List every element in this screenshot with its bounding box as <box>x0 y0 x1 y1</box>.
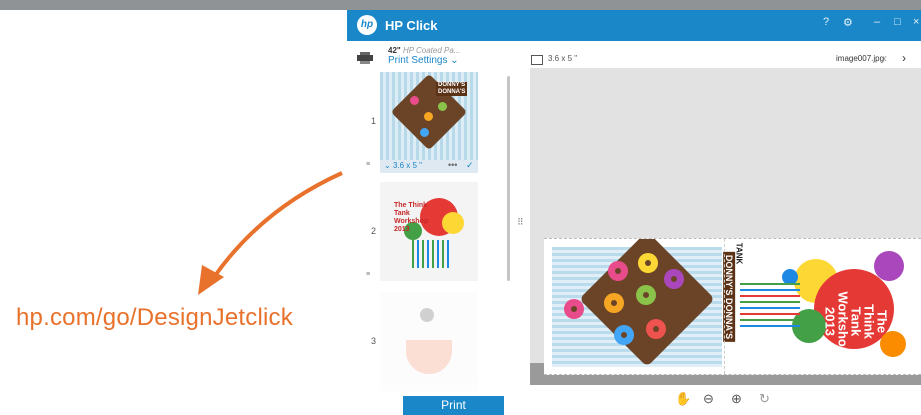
app-title: HP Click <box>385 18 438 33</box>
thumb2-title: The Think Tank Workshop 2013 <box>394 202 429 233</box>
circle-shape <box>874 251 904 281</box>
paper-sheet: DONNY'S DONNA'S TANK The Think Tank Work… <box>544 238 921 375</box>
page-number-1: 1 <box>371 116 377 126</box>
donut-icon <box>564 299 584 319</box>
chevron-down-icon: ⌄ <box>384 161 391 170</box>
tank-logo: TANK <box>734 242 744 265</box>
donut-icon <box>608 261 628 281</box>
donut-icon <box>604 293 624 313</box>
paper-info: 42" HP Coated Pa... <box>388 46 460 55</box>
print-settings-label: Print Settings <box>388 55 448 66</box>
lines-shape <box>412 240 452 268</box>
print-settings-link[interactable]: Print Settings ⌄ <box>388 55 459 66</box>
help-button[interactable]: ? <box>823 16 829 28</box>
minimize-button[interactable]: – <box>874 16 880 28</box>
background-strip <box>0 0 921 10</box>
donut-icon <box>614 325 634 345</box>
previous-icon[interactable]: ‹ <box>883 51 887 65</box>
zoom-out-icon[interactable]: ⊖ <box>703 391 714 407</box>
rotate-icon[interactable]: ↻ <box>759 391 770 407</box>
chevron-down-icon: ⌄ <box>450 55 459 66</box>
more-options-button[interactable]: ••• <box>448 160 457 170</box>
donut-icon <box>410 96 419 105</box>
donut-icon <box>638 253 658 273</box>
cut-divider <box>724 239 726 374</box>
workshop-title: The Think Tank Workshop 2013 <box>822 291 890 355</box>
donut-icon <box>664 269 684 289</box>
paper-size: 42" <box>388 46 401 55</box>
donut-icon <box>438 102 447 111</box>
size-label: 3.6 x 5 " <box>392 161 423 170</box>
layout-icon[interactable]: ≡ <box>366 271 370 278</box>
maximize-button[interactable]: □ <box>894 16 901 28</box>
paper-type: HP Coated Pa... <box>402 46 461 55</box>
donut-icon <box>420 128 429 137</box>
page-number-2: 2 <box>371 226 377 236</box>
close-button[interactable]: × <box>913 16 919 28</box>
circle-shape <box>442 212 464 234</box>
image-icon <box>531 55 543 65</box>
title-bar: hp HP Click ? ⚙ – □ × <box>347 10 921 41</box>
hp-logo-icon: hp <box>357 15 377 35</box>
printer-icon <box>357 52 373 64</box>
thumb1-title-line2: DONNA'S <box>438 89 466 95</box>
thumb1-title-line1: DONNY'S <box>438 82 466 88</box>
hand-icon[interactable]: ✋ <box>675 391 691 407</box>
next-icon[interactable]: › <box>902 51 906 65</box>
preview-header: 3.6 x 5 " image007.jpg ‹ › <box>530 51 918 69</box>
sidebar: 42" HP Coated Pa... Print Settings ⌄ 1 D… <box>347 41 513 415</box>
file-name: image007.jpg <box>836 54 885 63</box>
orange-arrow-icon <box>198 171 343 295</box>
zoom-in-icon[interactable]: ⊕ <box>731 391 742 407</box>
thumbnail-page-3[interactable] <box>380 292 478 392</box>
url-caption: hp.com/go/DesignJetclick <box>16 304 293 331</box>
print-button[interactable]: Print <box>403 396 504 415</box>
settings-button[interactable]: ⚙ <box>843 16 853 29</box>
donut-icon <box>636 285 656 305</box>
image-dimensions: 3.6 x 5 " <box>548 54 578 63</box>
thumbnail-toolbar: ⌄ 3.6 x 5 " ••• ✓ <box>380 160 478 173</box>
donut-icon <box>424 112 433 121</box>
thumb1-title: DONNY'S DONNA'S <box>436 82 468 96</box>
view-toolbar: ✋ ⊖ ⊕ ↻ <box>675 391 785 411</box>
thumbnail-page-1[interactable]: DONNY'S DONNA'S <box>380 72 478 160</box>
page-number-3: 3 <box>371 336 377 346</box>
thumbnail-page-2[interactable]: The Think Tank Workshop 2013 <box>380 182 478 281</box>
check-icon[interactable]: ✓ <box>466 160 474 171</box>
donut-icon <box>646 319 666 339</box>
hp-click-window: hp HP Click ? ⚙ – □ × 42" HP Coated Pa..… <box>347 10 921 415</box>
fruit-bowl-shape <box>406 340 452 374</box>
sidebar-scrollbar[interactable] <box>507 76 510 281</box>
size-selector[interactable]: ⌄ 3.6 x 5 " <box>384 161 422 170</box>
loading-icon <box>420 308 434 322</box>
drag-handle-icon[interactable]: ⠿ <box>517 218 524 227</box>
layout-icon[interactable]: ≡ <box>366 161 370 168</box>
lines-shape <box>740 283 800 329</box>
preview-canvas[interactable]: DONNY'S DONNA'S TANK The Think Tank Work… <box>530 68 921 385</box>
